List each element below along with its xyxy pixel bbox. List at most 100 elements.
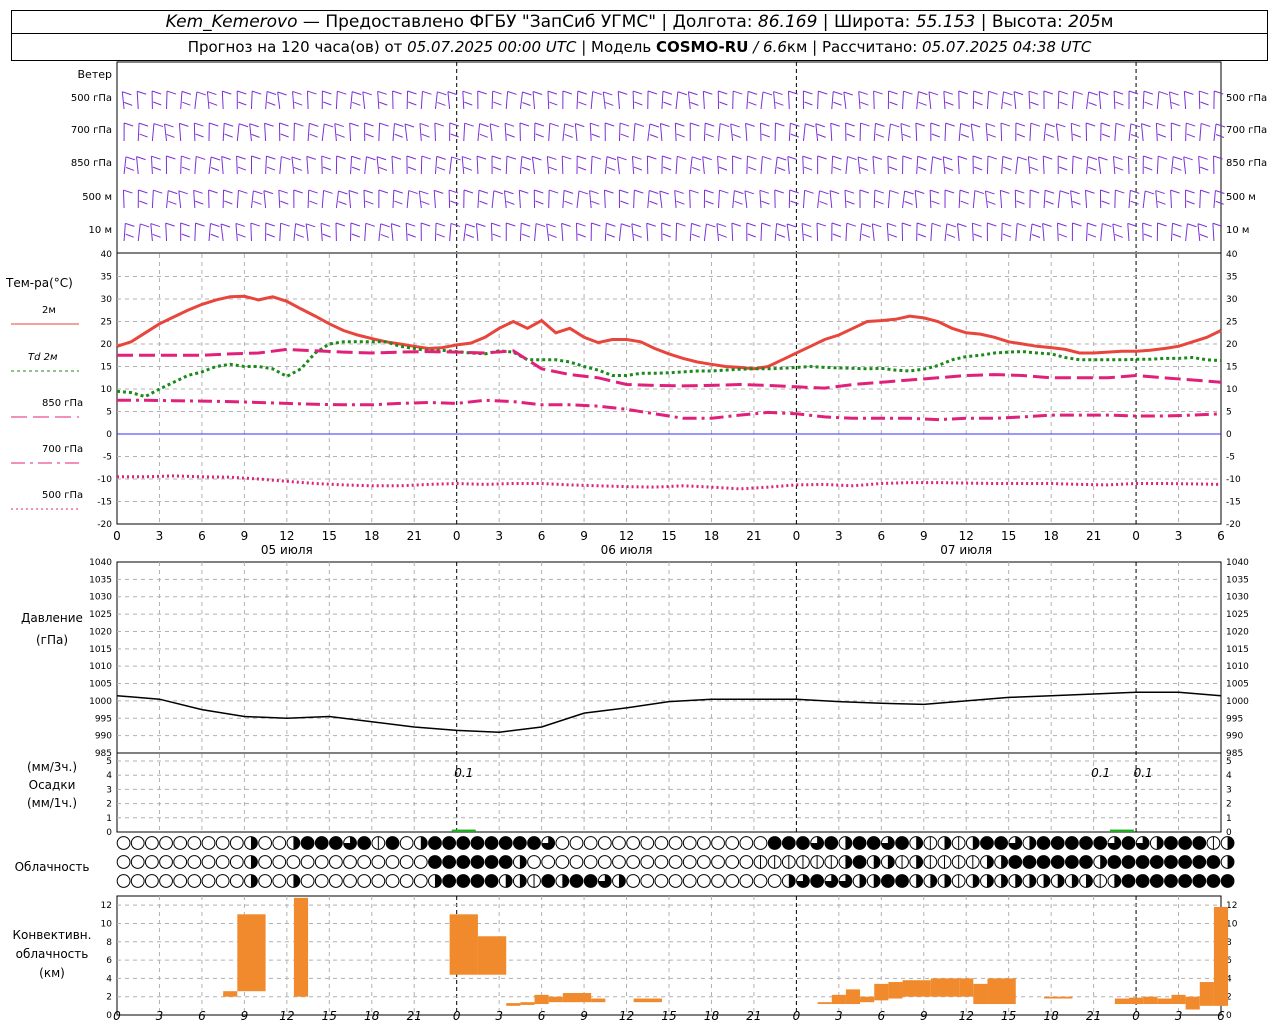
wind-barb-feather	[858, 90, 868, 95]
wind-barb	[519, 223, 522, 242]
wind-barb-feather	[1017, 156, 1027, 161]
wind-barb-feather	[151, 155, 161, 160]
wind-barb-feather	[421, 155, 431, 160]
wind-barb	[674, 123, 677, 142]
wind-barb	[236, 190, 239, 209]
wind-barb-feather	[1127, 222, 1137, 227]
wind-title: Ветер	[78, 68, 112, 81]
wind-barb-feather	[280, 222, 290, 227]
wind-barb	[971, 223, 974, 242]
wind-barb	[731, 223, 734, 242]
wind-barb-feather	[973, 233, 983, 238]
wind-barb-feather	[391, 223, 401, 228]
cloud-symbol	[725, 836, 740, 850]
temp-ytick-right: -10	[1226, 475, 1241, 485]
wind-barb-feather	[959, 189, 970, 194]
wind-barb-feather	[833, 91, 843, 95]
conv-bar	[449, 914, 478, 975]
wind-barb-feather	[153, 189, 163, 194]
wind-barb-feather	[691, 222, 701, 227]
wind-barb-feather	[575, 123, 585, 128]
wind-barb-feather	[1002, 222, 1012, 227]
cloud-symbol	[272, 836, 287, 850]
temp-ytick: 20	[101, 340, 113, 350]
wind-barb-feather	[903, 90, 913, 95]
wind-barb-feather	[506, 155, 517, 160]
cloud-symbol-half	[986, 855, 994, 869]
wind-barb-feather	[391, 155, 402, 160]
cloud-symbol-overcast	[314, 836, 329, 850]
temp-ytick-right: 15	[1226, 363, 1237, 373]
cloud-symbol-overcast	[300, 836, 315, 850]
wind-barb-feather	[308, 189, 318, 194]
wind-barb-feather	[890, 123, 900, 128]
pressure-ytick: 1005	[89, 680, 112, 690]
wind-barb-feather	[987, 155, 998, 160]
cloud-symbol-half	[1227, 836, 1234, 850]
wind-barb-feather	[960, 123, 970, 127]
wind-barb-feather	[335, 222, 346, 227]
wind-level-label-right: 700 гПа	[1226, 125, 1267, 136]
wind-barb-feather	[692, 166, 701, 171]
conv-bar	[1199, 982, 1214, 1006]
wind-barb-feather	[688, 91, 698, 96]
wind-barb-feather	[649, 190, 659, 194]
conv-bar	[831, 994, 846, 1005]
wind-barb-feather	[435, 222, 446, 227]
cloud-symbol-half	[1156, 836, 1164, 850]
wind-barb	[178, 190, 182, 209]
cloud-symbol-half	[1029, 874, 1036, 888]
wind-barb-feather	[632, 90, 643, 95]
wind-barb-feather	[1072, 133, 1081, 138]
wind-barb	[787, 156, 790, 175]
wind-barb-feather	[1043, 155, 1053, 160]
meteogram: Ветер 500 гПа 500 гПа 700 гПа 700 гПа 850 гПа…	[5, 61, 1267, 1023]
cloud-symbol	[527, 855, 541, 869]
wind-barb-feather	[479, 133, 488, 138]
wind-barb-feather	[338, 190, 348, 195]
conv-xtick: 6	[198, 1009, 206, 1023]
wind-barb-feather	[309, 200, 318, 205]
wind-barb	[462, 91, 465, 110]
wind-barb-feather	[972, 222, 982, 227]
wind-barb-feather	[1157, 222, 1167, 227]
wind-barb-feather	[1031, 223, 1042, 228]
wind-barb-feather	[1187, 223, 1197, 228]
wind-barb-feather	[860, 101, 869, 106]
wind-barb-feather	[351, 233, 360, 238]
wind-barb-feather	[1029, 166, 1039, 171]
wind-barb	[887, 190, 891, 209]
wind-barb	[449, 223, 452, 242]
wind-barb-feather	[1112, 223, 1123, 228]
wind-barb-feather	[322, 166, 332, 171]
conv-bar	[987, 978, 1016, 1005]
wind-barb-feather	[521, 166, 531, 171]
wind-barb-feather	[902, 133, 911, 138]
wind-barb-feather	[662, 166, 672, 171]
precip-ytick-right: 4	[1226, 771, 1232, 781]
wind-barb-feather	[478, 189, 489, 194]
conv-xtick: 18	[1044, 1009, 1060, 1023]
wind-barb-feather	[944, 189, 955, 194]
wind-barb	[845, 156, 848, 175]
wind-barb	[617, 156, 620, 175]
wind-barb	[449, 156, 453, 175]
wind-barb-feather	[394, 200, 403, 205]
wind-barb	[1183, 91, 1187, 110]
wind-barb	[845, 223, 848, 242]
wind-barb-feather	[1045, 123, 1055, 128]
wind-barb-feather	[746, 222, 756, 227]
wind-barb	[250, 91, 253, 110]
cloud-symbol-half	[916, 836, 923, 850]
wind-barb-feather	[421, 200, 430, 205]
wind-barb-feather	[591, 222, 601, 227]
wind-barb-feather	[946, 223, 957, 228]
conv-ylabel: Конвективн.	[13, 928, 92, 942]
cloud-symbol	[753, 874, 768, 888]
wind-barb-feather	[238, 123, 249, 128]
wind-barb-feather	[522, 91, 532, 96]
wind-barb-feather	[349, 122, 359, 127]
wind-barb	[659, 123, 663, 142]
wind-barb	[859, 223, 863, 242]
wind-barb-feather	[136, 156, 146, 161]
